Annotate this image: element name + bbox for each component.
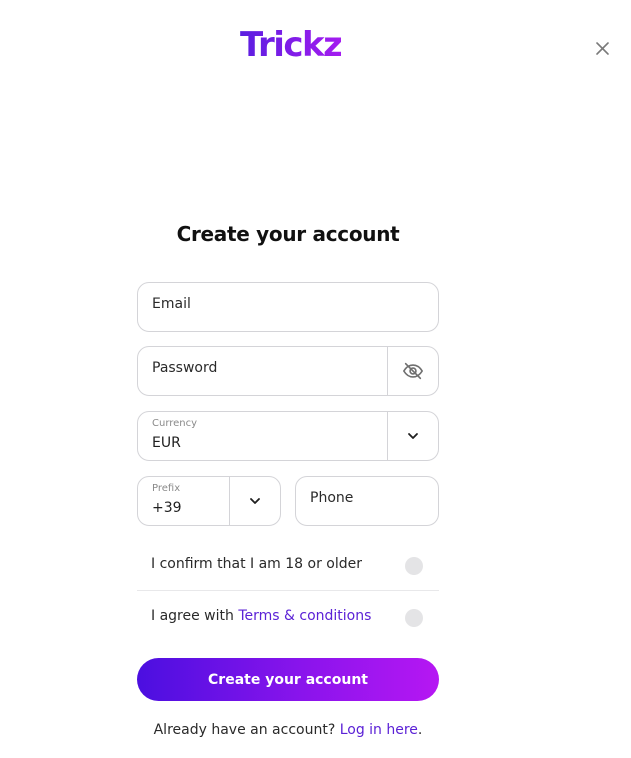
prefix-label: Prefix — [152, 483, 181, 494]
age-confirm-label: I confirm that I am 18 or older — [151, 556, 363, 572]
login-link[interactable]: Log in here — [340, 722, 418, 738]
eye-off-icon — [403, 362, 423, 380]
close-button[interactable] — [592, 38, 614, 60]
email-placeholder: Email — [152, 296, 191, 312]
age-confirm-row: I confirm that I am 18 or older — [137, 541, 439, 591]
chevron-down-icon — [250, 498, 260, 504]
password-field[interactable]: Password — [137, 346, 439, 396]
prefix-select[interactable]: Prefix +39 — [137, 476, 281, 526]
password-visibility-toggle[interactable] — [387, 347, 438, 395]
terms-prefix: I agree with — [151, 608, 239, 624]
currency-value: EUR — [152, 435, 181, 451]
login-prompt-trailing: . — [417, 722, 423, 738]
create-account-button[interactable]: Create your account — [137, 658, 439, 701]
chevron-down-icon — [408, 433, 418, 439]
terms-checkbox[interactable] — [405, 609, 423, 627]
email-field[interactable]: Email — [137, 282, 439, 332]
currency-select[interactable]: Currency EUR — [137, 411, 439, 461]
phone-field[interactable]: Phone — [295, 476, 439, 526]
currency-label: Currency — [152, 418, 198, 429]
phone-placeholder: Phone — [310, 490, 354, 506]
prefix-value: +39 — [152, 500, 182, 516]
page-title: Create your account — [176, 222, 400, 246]
login-prompt-text: Already have an account? — [153, 722, 340, 738]
brand-logo: Trickz — [240, 22, 343, 68]
terms-row: I agree with Terms & conditions — [137, 593, 439, 643]
login-prompt: Already have an account? Log in here. — [137, 722, 439, 738]
password-placeholder: Password — [152, 360, 218, 376]
currency-dropdown-button[interactable] — [387, 412, 438, 460]
age-confirm-checkbox[interactable] — [405, 557, 423, 575]
close-icon — [596, 42, 609, 55]
prefix-dropdown-button[interactable] — [229, 477, 280, 525]
terms-link[interactable]: Terms & conditions — [238, 608, 371, 624]
terms-label: I agree with Terms & conditions — [151, 608, 371, 624]
